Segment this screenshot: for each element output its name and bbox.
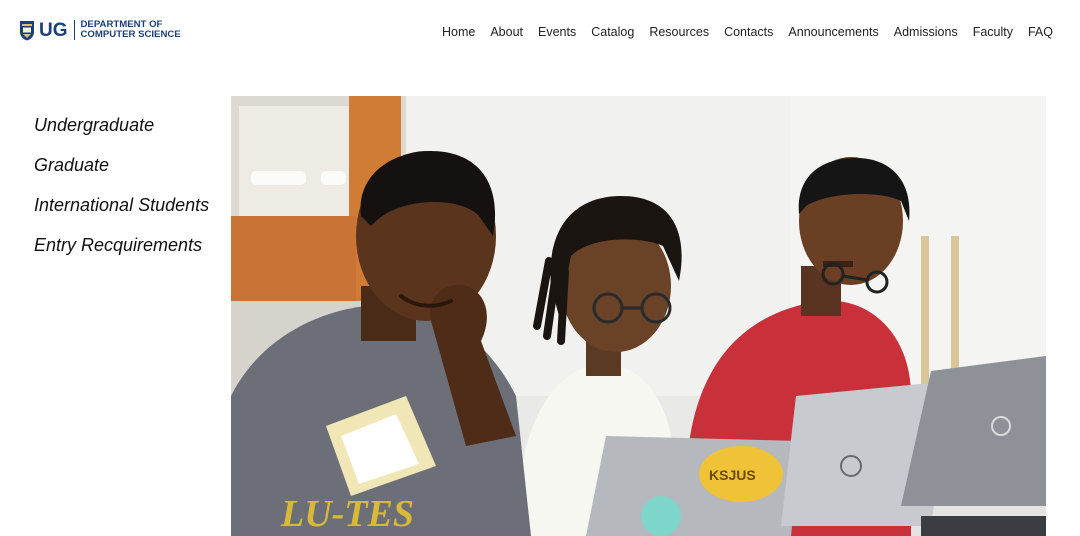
- nav-contacts[interactable]: Contacts: [724, 23, 773, 41]
- university-crest-icon: [20, 20, 34, 40]
- logo-divider: [73, 20, 75, 40]
- logo-department: DEPARTMENT OF COMPUTER SCIENCE: [80, 19, 181, 41]
- site-logo[interactable]: UG DEPARTMENT OF COMPUTER SCIENCE: [19, 17, 181, 43]
- sidebar-item-entry-requirements[interactable]: Entry Recquirements: [34, 232, 224, 272]
- site-header: UG DEPARTMENT OF COMPUTER SCIENCE Home A…: [0, 0, 1080, 64]
- nav-resources[interactable]: Resources: [649, 23, 709, 41]
- sidebar-item-undergraduate[interactable]: Undergraduate: [34, 112, 224, 152]
- nav-announcements[interactable]: Announcements: [788, 23, 878, 41]
- page: UG DEPARTMENT OF COMPUTER SCIENCE Home A…: [0, 0, 1080, 536]
- nav-admissions[interactable]: Admissions: [894, 23, 958, 41]
- main-nav: Home About Events Catalog Resources Cont…: [442, 23, 1053, 41]
- nav-home[interactable]: Home: [442, 23, 475, 41]
- hero-students-illustration: LU-TES KSJUS: [231, 96, 1046, 536]
- nav-events[interactable]: Events: [538, 23, 576, 41]
- sidebar: Undergraduate Graduate International Stu…: [34, 112, 224, 272]
- nav-about[interactable]: About: [490, 23, 523, 41]
- hero-image: LU-TES KSJUS: [231, 96, 1046, 536]
- nav-catalog[interactable]: Catalog: [591, 23, 634, 41]
- sidebar-item-graduate[interactable]: Graduate: [34, 152, 224, 192]
- nav-faq[interactable]: FAQ: [1028, 23, 1053, 41]
- hero-laptop-sticker-text: KSJUS: [709, 467, 756, 483]
- sidebar-item-international-students[interactable]: International Students: [34, 192, 224, 232]
- hero-shirt-text: LU-TES: [280, 493, 414, 535]
- logo-ug-text: UG: [39, 19, 68, 41]
- nav-faculty[interactable]: Faculty: [973, 23, 1013, 41]
- logo-dept-line-2: COMPUTER SCIENCE: [80, 29, 181, 40]
